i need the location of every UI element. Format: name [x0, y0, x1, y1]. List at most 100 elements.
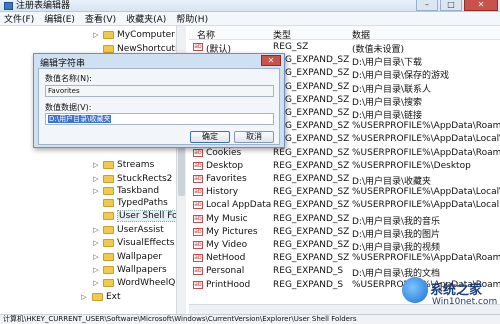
expand-arrow-icon[interactable]: ▷: [92, 226, 100, 234]
value-type: REG_EXPAND_SZ: [273, 200, 350, 211]
value-data-text: D:\用户目录\收藏夹: [48, 115, 112, 123]
expand-arrow-icon[interactable]: ▷: [92, 31, 100, 39]
value-type: REG_SZ: [273, 42, 309, 52]
value-name: Favorites: [206, 174, 247, 184]
regedit-icon: [4, 2, 13, 10]
value-type: REG_EXPAND_SZ: [273, 253, 350, 264]
title-bar: 注册表编辑器 – □ ✕: [0, 0, 500, 12]
expand-arrow-icon[interactable]: ▷: [92, 161, 100, 169]
value-type: REG_EXPAND_SZ: [273, 226, 350, 237]
value-name: My Video: [206, 240, 248, 250]
expand-arrow-icon[interactable]: ▷: [92, 266, 100, 274]
tree-item[interactable]: ▷ WordWheelQue: [0, 276, 185, 290]
folder-icon: [103, 266, 114, 274]
value-data: %USERPROFILE%\AppData\Local\: [352, 134, 500, 145]
tree-item[interactable]: ▷ Ext: [0, 290, 185, 304]
watermark-title: 系统之家: [430, 283, 483, 298]
string-value-icon: ab: [193, 175, 203, 183]
ok-button[interactable]: 确定: [190, 131, 230, 143]
folder-icon: [103, 253, 114, 261]
close-button[interactable]: ✕: [464, 0, 498, 11]
value-data: %USERPROFILE%\AppData\Roam: [352, 147, 500, 158]
tree-item[interactable]: ▷ Wallpaper: [0, 250, 185, 264]
maximize-button[interactable]: □: [440, 0, 462, 11]
folder-icon: [103, 161, 114, 169]
edit-string-dialog: 编辑字符串 ✕ 数值名称(N): Favorites 数值数据(V): D:\用…: [33, 53, 285, 148]
window-controls: – □ ✕: [416, 0, 498, 12]
value-type: REG_EXPAND_SZ: [273, 240, 350, 250]
value-data-input[interactable]: D:\用户目录\收藏夹: [45, 113, 274, 125]
folder-icon: [103, 187, 114, 195]
value-data: %USERPROFILE%\AppData\Roam: [352, 121, 500, 132]
string-value-icon: ab: [193, 227, 203, 236]
watermark-logo-icon: [402, 277, 428, 303]
value-name: Cookies: [206, 147, 242, 158]
window-title: 注册表编辑器: [16, 1, 71, 11]
value-name: Local AppData: [206, 200, 272, 211]
string-value-icon: ab: [193, 214, 203, 223]
expand-arrow-icon[interactable]: ▷: [92, 187, 100, 195]
tree-item[interactable]: ▷ UserAssist: [0, 223, 185, 237]
value-name: NetHood: [206, 253, 246, 264]
value-name: History: [206, 187, 239, 198]
folder-icon: [92, 293, 103, 301]
tree-item[interactable]: ▷ Streams: [0, 158, 185, 172]
folder-icon: [103, 226, 114, 234]
dialog-close-button[interactable]: ✕: [261, 55, 281, 66]
expand-arrow-icon[interactable]: ▷: [92, 175, 100, 183]
folder-icon: [103, 279, 114, 287]
value-data: %USERPROFILE%\AppData\Roam: [352, 253, 500, 264]
string-value-icon: ab: [193, 148, 203, 157]
string-value-icon: ab: [193, 254, 203, 263]
menu-edit[interactable]: 编辑(E): [44, 12, 75, 25]
cancel-button[interactable]: 取消: [234, 131, 274, 143]
folder-icon: [103, 175, 114, 183]
status-bar: 计算机\HKEY_CURRENT_USER\Software\Microsoft…: [0, 314, 500, 324]
expand-arrow-icon[interactable]: ▷: [92, 279, 100, 287]
expand-arrow-icon[interactable]: ▷: [80, 293, 88, 301]
menu-bar: 文件(F) 编辑(E) 查看(V) 收藏夹(A) 帮助(H): [0, 12, 500, 26]
tree-item[interactable]: ▷ VisualEffects: [0, 236, 185, 250]
expand-arrow-icon[interactable]: ▷: [92, 239, 100, 247]
list-header: 名称 类型 数据: [189, 26, 500, 41]
string-value-icon: ab: [193, 43, 203, 51]
value-name: PrintHood: [206, 279, 251, 290]
string-value-icon: ab: [193, 280, 203, 289]
folder-icon: [103, 31, 114, 39]
value-data-label: 数值数据(V):: [45, 103, 92, 112]
value-type: REG_EXPAND_SZ: [273, 213, 350, 224]
value-data: %USERPROFILE%\Desktop: [352, 160, 471, 171]
tree-item[interactable]: TypedPaths: [0, 196, 185, 210]
tree-item-selected[interactable]: User Shell Folde: [0, 209, 185, 223]
value-name-label: 数值名称(N):: [45, 74, 92, 83]
string-value-icon: ab: [193, 241, 203, 249]
value-name: My Pictures: [206, 226, 258, 237]
value-data: %USERPROFILE%\AppData\Local: [352, 200, 500, 211]
menu-file[interactable]: 文件(F): [4, 12, 34, 25]
folder-icon: [103, 239, 114, 247]
value-type: REG_EXPAND_SZ: [273, 174, 350, 184]
tree-item[interactable]: ▷ MyComputer: [0, 28, 185, 42]
string-value-icon: ab: [193, 188, 203, 197]
expand-arrow-icon[interactable]: ▷: [92, 253, 100, 261]
menu-favorites[interactable]: 收藏夹(A): [126, 12, 166, 25]
watermark: 系统之家 Win10net.com: [402, 273, 500, 313]
value-name: My Music: [206, 213, 248, 224]
value-type: REG_EXPAND_S: [273, 266, 344, 277]
value-type: REG_EXPAND_SZ: [273, 187, 350, 198]
folder-icon: [103, 212, 114, 220]
dialog-body: 数值名称(N): Favorites 数值数据(V): D:\用户目录\收藏夹 …: [38, 68, 280, 145]
value-data: %USERPROFILE%\AppData\Local\: [352, 187, 500, 198]
tree-item[interactable]: ▷ Wallpapers: [0, 263, 185, 277]
string-value-icon: ab: [193, 267, 203, 276]
folder-icon: [103, 45, 114, 53]
value-type: REG_EXPAND_SZ: [273, 160, 350, 171]
value-type: REG_EXPAND_S: [273, 279, 344, 290]
minimize-button[interactable]: –: [416, 0, 438, 11]
value-name: Desktop: [206, 160, 244, 171]
folder-icon: [103, 199, 114, 207]
watermark-url: Win10net.com: [432, 297, 498, 307]
menu-view[interactable]: 查看(V): [85, 12, 116, 25]
value-name: Personal: [206, 266, 245, 277]
menu-help[interactable]: 帮助(H): [176, 12, 208, 25]
